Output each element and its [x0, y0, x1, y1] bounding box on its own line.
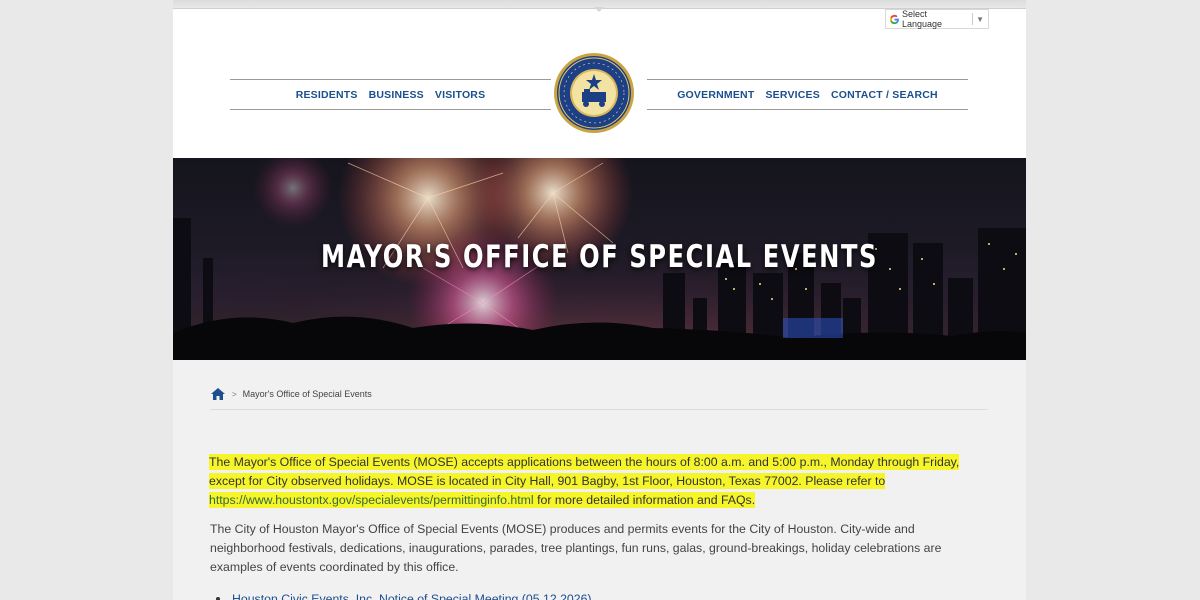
breadcrumb-divider: [210, 409, 988, 410]
nav-visitors[interactable]: VISITORS: [435, 89, 485, 101]
main-content: > Mayor's Office of Special Events The M…: [173, 360, 1026, 600]
notice-highlight: The Mayor's Office of Special Events (MO…: [209, 454, 960, 508]
hero-banner: MAYOR'S OFFICE OF SPECIAL EVENTS: [173, 158, 1026, 360]
special-meeting-link[interactable]: Houston Civic Events, Inc. Notice of Spe…: [232, 592, 592, 600]
links-list: Houston Civic Events, Inc. Notice of Spe…: [210, 592, 988, 600]
notice-paragraph: The Mayor's Office of Special Events (MO…: [209, 453, 989, 510]
top-bar-notch: [594, 7, 604, 12]
notice-text-end: for more detailed information and FAQs.: [533, 493, 756, 507]
page-container: Select Language ▼ RESIDENTS BUSINESS VIS…: [173, 0, 1026, 600]
permitting-info-link[interactable]: https://www.houstontx.gov/specialevents/…: [209, 493, 534, 507]
dropdown-arrow-icon: ▼: [976, 14, 984, 24]
nav-government[interactable]: GOVERNMENT: [677, 89, 754, 101]
google-translate-icon: [886, 14, 902, 25]
language-label: Select Language: [902, 9, 943, 29]
description-paragraph: The City of Houston Mayor's Office of Sp…: [210, 522, 942, 574]
language-selector[interactable]: Select Language ▼: [885, 9, 989, 29]
nav-business[interactable]: BUSINESS: [369, 89, 424, 101]
nav-contact-search[interactable]: CONTACT / SEARCH: [831, 89, 938, 101]
nav-right: GOVERNMENT SERVICES CONTACT / SEARCH: [647, 79, 968, 110]
nav-services[interactable]: SERVICES: [765, 89, 820, 101]
breadcrumb: > Mayor's Office of Special Events: [210, 387, 372, 401]
notice-text: The Mayor's Office of Special Events (MO…: [209, 455, 960, 488]
home-icon[interactable]: [210, 387, 226, 401]
nav-left: RESIDENTS BUSINESS VISITORS: [230, 79, 551, 110]
list-item: Houston Civic Events, Inc. Notice of Spe…: [210, 592, 988, 600]
breadcrumb-current: Mayor's Office of Special Events: [242, 389, 372, 399]
breadcrumb-separator: >: [232, 389, 237, 399]
hero-title: MAYOR'S OFFICE OF SPECIAL EVENTS: [320, 239, 879, 275]
language-divider: [972, 13, 974, 25]
city-seal-logo[interactable]: [553, 52, 635, 134]
nav-residents[interactable]: RESIDENTS: [296, 89, 358, 101]
